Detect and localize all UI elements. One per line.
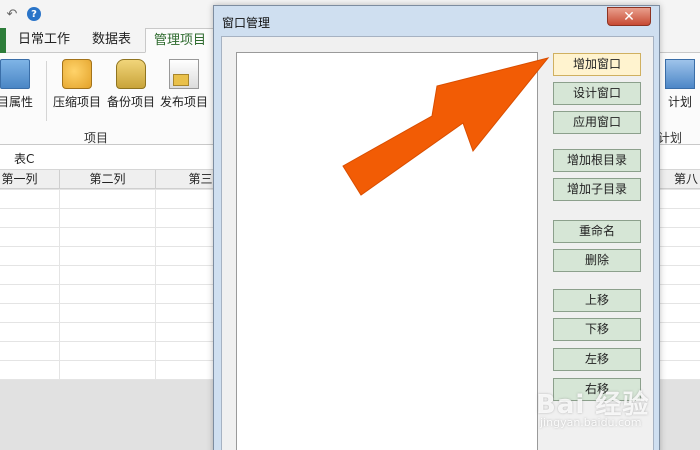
help-icon[interactable]: ? bbox=[26, 6, 42, 22]
window-tree-view[interactable] bbox=[236, 52, 538, 450]
move-down-button[interactable]: 下移 bbox=[553, 318, 641, 341]
properties-icon bbox=[0, 59, 30, 89]
rename-button[interactable]: 重命名 bbox=[553, 220, 641, 243]
publish-project-label: 发布项目 bbox=[159, 95, 208, 109]
compress-project-button[interactable]: 压缩项目 bbox=[52, 59, 102, 113]
delete-button[interactable]: 删除 bbox=[553, 249, 641, 272]
dialog-body: 增加窗口 设计窗口 应用窗口 增加根目录 增加子目录 重命名 删除 上移 下移 … bbox=[221, 36, 654, 450]
move-left-button[interactable]: 左移 bbox=[553, 348, 641, 371]
undo-icon[interactable]: ↶ bbox=[4, 6, 20, 22]
add-root-folder-button[interactable]: 增加根目录 bbox=[553, 149, 641, 172]
backup-icon bbox=[116, 59, 146, 89]
tab-file[interactable] bbox=[0, 28, 6, 53]
sheet-name[interactable]: 表C bbox=[14, 150, 34, 167]
tab-datasheet[interactable]: 数据表 bbox=[84, 28, 139, 53]
tab-manage-project[interactable]: 管理项目 bbox=[145, 28, 215, 53]
plan-button[interactable]: 计划 bbox=[655, 59, 700, 113]
ribbon-separator bbox=[46, 61, 47, 121]
column-header-1[interactable]: 第一列 bbox=[0, 170, 60, 189]
backup-project-label: 备份项目 bbox=[106, 95, 155, 109]
dialog-title: 窗口管理 bbox=[222, 16, 271, 30]
backup-project-button[interactable]: 备份项目 bbox=[106, 59, 156, 113]
ribbon-group-label-plan: 计划 bbox=[658, 131, 683, 145]
plan-icon bbox=[665, 59, 695, 89]
window-management-dialog: 窗口管理 ✕ 增加窗口 设计窗口 应用窗口 增加根目录 增加子目录 重命名 删除… bbox=[213, 5, 660, 450]
tab-daily-work[interactable]: 日常工作 bbox=[10, 28, 78, 53]
column-header-8[interactable]: 第八 bbox=[656, 170, 700, 189]
compress-project-label: 压缩项目 bbox=[52, 95, 101, 109]
move-up-button[interactable]: 上移 bbox=[553, 289, 641, 312]
ribbon-group-label-project: 项目 bbox=[84, 131, 109, 145]
plan-label: 计划 bbox=[667, 95, 692, 109]
add-window-button[interactable]: 增加窗口 bbox=[553, 53, 641, 76]
apply-window-button[interactable]: 应用窗口 bbox=[553, 111, 641, 134]
project-properties-button[interactable]: 目属性 bbox=[0, 59, 40, 113]
publish-project-button[interactable]: 发布项目 bbox=[159, 59, 209, 113]
compress-icon bbox=[62, 59, 92, 89]
add-subfolder-button[interactable]: 增加子目录 bbox=[553, 178, 641, 201]
close-icon[interactable]: ✕ bbox=[607, 7, 651, 26]
project-properties-label: 目属性 bbox=[0, 95, 33, 109]
column-header-2[interactable]: 第二列 bbox=[60, 170, 156, 189]
move-right-button[interactable]: 右移 bbox=[553, 378, 641, 401]
publish-icon bbox=[169, 59, 199, 89]
design-window-button[interactable]: 设计窗口 bbox=[553, 82, 641, 105]
